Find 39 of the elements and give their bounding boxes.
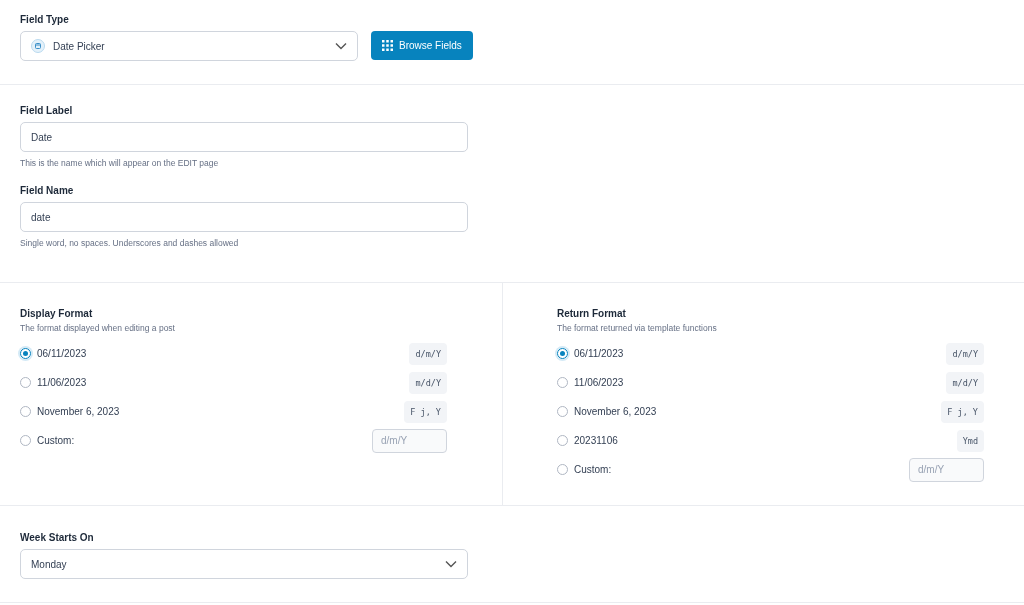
week-start-select[interactable]: Monday [20, 549, 468, 579]
chevron-down-icon [445, 560, 457, 568]
field-label-input[interactable]: Date [20, 122, 468, 152]
option-label: Custom: [574, 464, 613, 475]
option-label: 11/06/2023 [37, 377, 88, 388]
section-title: Display Format [20, 308, 94, 319]
section-description: The format returned via template functions [557, 323, 718, 333]
format-code: Ymd [956, 429, 984, 452]
section-title: Return Format [557, 308, 627, 319]
field-label: Field Type [20, 14, 70, 25]
option-label: 06/11/2023 [37, 348, 88, 359]
field-name-input[interactable]: date [20, 202, 468, 232]
custom-format-input[interactable]: d/m/Y [372, 428, 447, 453]
format-code: F j, Y [404, 400, 447, 423]
option-label: November 6, 2023 [574, 406, 658, 417]
help-text: Single word, no spaces. Underscores and dashes allowed [20, 238, 240, 248]
format-code: F j, Y [941, 400, 984, 423]
radio-button[interactable] [20, 348, 31, 359]
format-code: m/d/Y [946, 371, 984, 394]
grid-icon [382, 40, 393, 51]
field-label: Week Starts On [20, 532, 95, 543]
field-label: Field Name [20, 185, 75, 196]
field-label: Field Label [20, 105, 74, 116]
option-label: 11/06/2023 [574, 377, 625, 388]
format-code: m/d/Y [409, 371, 447, 394]
option-label: Custom: [37, 435, 76, 446]
format-code: d/m/Y [946, 342, 984, 365]
format-code: d/m/Y [409, 342, 447, 365]
help-text: This is the name which will appear on the EDIT page [20, 158, 220, 168]
browse-fields-button[interactable]: Browse Fields [371, 31, 473, 60]
calendar-icon [31, 39, 45, 53]
option-label: 20231106 [574, 435, 619, 446]
chevron-down-icon [335, 42, 347, 50]
section-description: The format displayed when editing a post [20, 323, 176, 333]
option-label: 06/11/2023 [574, 348, 625, 359]
option-label: November 6, 2023 [37, 406, 121, 417]
radio-button[interactable] [557, 348, 568, 359]
field-type-select[interactable]: Date Picker [20, 31, 358, 61]
custom-format-input[interactable]: d/m/Y [909, 457, 984, 482]
